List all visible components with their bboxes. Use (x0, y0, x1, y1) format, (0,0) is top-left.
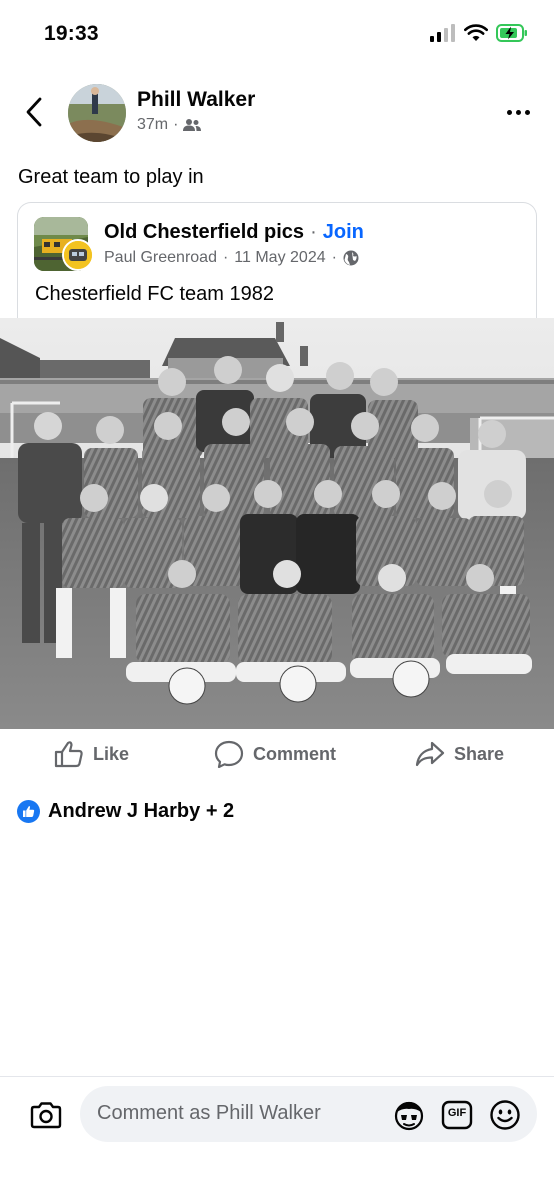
back-button[interactable] (18, 94, 50, 130)
avatar-photo (68, 84, 126, 142)
group-badge (62, 239, 94, 271)
composer-divider (0, 1076, 554, 1077)
status-bar: 19:33 (0, 0, 554, 70)
camera-button[interactable] (27, 1096, 65, 1134)
shared-poster[interactable]: Paul Greenroad (104, 249, 217, 267)
share-label: Share (454, 743, 505, 764)
reactions-text: Andrew J Harby + 2 (48, 800, 235, 822)
shared-date[interactable]: 11 May 2024 (234, 249, 325, 267)
more-dot (515, 109, 521, 115)
emoji-button[interactable] (488, 1098, 522, 1132)
chevron-left-icon (26, 97, 42, 127)
comment-label: Comment (253, 743, 337, 764)
team-photo-image (0, 318, 554, 729)
more-dot (506, 109, 512, 115)
train-badge-image (64, 241, 92, 269)
status-time: 19:33 (44, 22, 99, 45)
emoji-smile-icon (490, 1100, 520, 1130)
gif-button[interactable]: GIF (440, 1098, 474, 1132)
battery-charging-icon (496, 24, 527, 42)
comment-button[interactable]: Comment (214, 740, 336, 768)
avatar-sticker-icon (394, 1101, 424, 1131)
more-options-button[interactable] (502, 100, 534, 124)
shared-meta: Paul Greenroad · 11 May 2024 · (104, 249, 359, 267)
group-title-row: Old Chesterfield pics · Join (104, 221, 364, 244)
like-button[interactable]: Like (54, 740, 129, 768)
comment-box: Comment as Phill Walker GIF (80, 1086, 537, 1142)
wifi-icon (464, 24, 488, 41)
comment-input[interactable]: Comment as Phill Walker (97, 1102, 321, 1125)
status-icons (430, 24, 528, 42)
post-timestamp[interactable]: 37m (137, 116, 168, 134)
friends-icon (183, 119, 202, 131)
author-avatar[interactable] (68, 84, 126, 142)
like-reaction-icon (17, 800, 40, 823)
comment-bubble-icon (214, 740, 244, 768)
title-separator: · (310, 221, 317, 243)
author-name[interactable]: Phill Walker (137, 88, 255, 112)
camera-icon (30, 1102, 62, 1129)
reactions-summary[interactable]: Andrew J Harby + 2 (17, 800, 234, 823)
thumbs-up-icon (54, 741, 83, 768)
globe-icon (343, 250, 359, 266)
post-text: Great team to play in (18, 166, 204, 188)
avatar-sticker-button[interactable] (392, 1098, 426, 1132)
join-group-link[interactable]: Join (323, 221, 364, 244)
meta-separator: · (331, 249, 337, 266)
post-header: Phill Walker 37m · (0, 78, 554, 148)
shared-post-card[interactable]: Old Chesterfield pics · Join Paul Greenr… (17, 202, 537, 318)
signal-icon (430, 24, 455, 42)
post-actions: Like Comment Share (0, 730, 554, 786)
share-button[interactable]: Share (415, 740, 504, 768)
team-photo[interactable] (0, 318, 554, 729)
like-label: Like (93, 743, 130, 764)
meta-dot: · (173, 116, 179, 133)
gif-label: GIF (447, 1107, 467, 1119)
meta-separator: · (222, 249, 229, 266)
more-dot (524, 109, 530, 115)
group-name[interactable]: Old Chesterfield pics (104, 221, 304, 244)
post-meta: 37m · (137, 116, 202, 134)
share-arrow-icon (415, 741, 445, 767)
shared-post-text: Chesterfield FC team 1982 (35, 283, 275, 305)
